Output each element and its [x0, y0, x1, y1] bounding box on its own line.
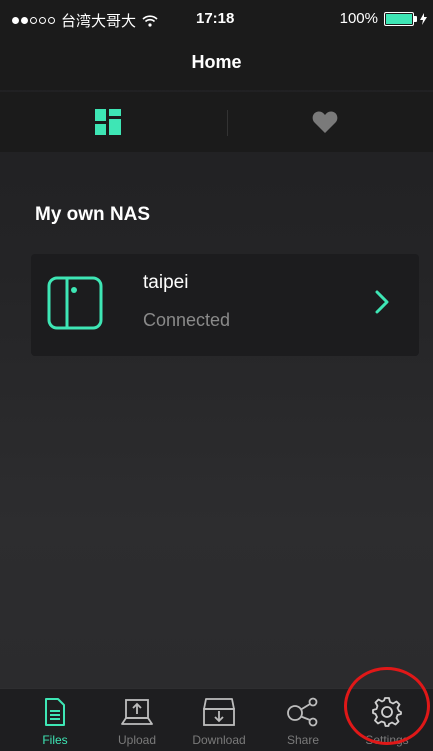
page-title: Home: [191, 52, 242, 72]
tab-favorites[interactable]: [217, 92, 433, 152]
wifi-icon: [142, 14, 158, 27]
status-right: 100%: [340, 10, 427, 27]
tab-download[interactable]: Download: [184, 693, 254, 747]
charging-icon: [420, 12, 427, 25]
view-tab-bar: [0, 92, 433, 152]
battery-icon: [384, 11, 417, 26]
nas-name: taipei: [143, 272, 189, 293]
status-bar: 台湾大哥大 17:18 100%: [0, 0, 433, 40]
file-icon: [45, 698, 65, 726]
nas-device-card[interactable]: taipei Connected: [31, 254, 419, 356]
tab-files[interactable]: Files: [20, 693, 90, 747]
gear-icon: [372, 697, 402, 727]
grid-icon: [95, 109, 122, 135]
download-icon: [203, 698, 235, 726]
nav-bar: Home: [0, 40, 433, 90]
bottom-tab-bar: Files Upload Download Share Settings: [0, 688, 433, 751]
heart-icon: [312, 111, 338, 133]
upload-icon: [121, 699, 153, 725]
tab-devices[interactable]: [0, 92, 217, 152]
battery-percent: 100%: [339, 10, 378, 27]
tab-share[interactable]: Share: [268, 693, 338, 747]
section-title: My own NAS: [35, 204, 151, 225]
tab-settings[interactable]: Settings: [352, 693, 422, 747]
app-screen: 台湾大哥大 17:18 100% Home My own NAS taipei …: [0, 0, 433, 751]
chevron-right-icon: [375, 290, 389, 314]
tab-upload[interactable]: Upload: [102, 693, 172, 747]
tab-download-label: Download: [192, 733, 246, 747]
share-icon: [287, 697, 318, 727]
signal-strength-icon: [12, 17, 55, 24]
nas-device-icon: [47, 276, 103, 330]
status-time: 17:18: [196, 10, 235, 27]
carrier-name: 台湾大哥大: [61, 13, 137, 30]
status-left: 台湾大哥大: [12, 10, 158, 31]
tab-files-label: Files: [42, 733, 68, 747]
nas-status: Connected: [143, 310, 231, 330]
tab-share-label: Share: [286, 733, 320, 747]
tab-upload-label: Upload: [117, 733, 157, 747]
tab-settings-label: Settings: [365, 733, 409, 747]
tab-divider: [227, 110, 228, 136]
